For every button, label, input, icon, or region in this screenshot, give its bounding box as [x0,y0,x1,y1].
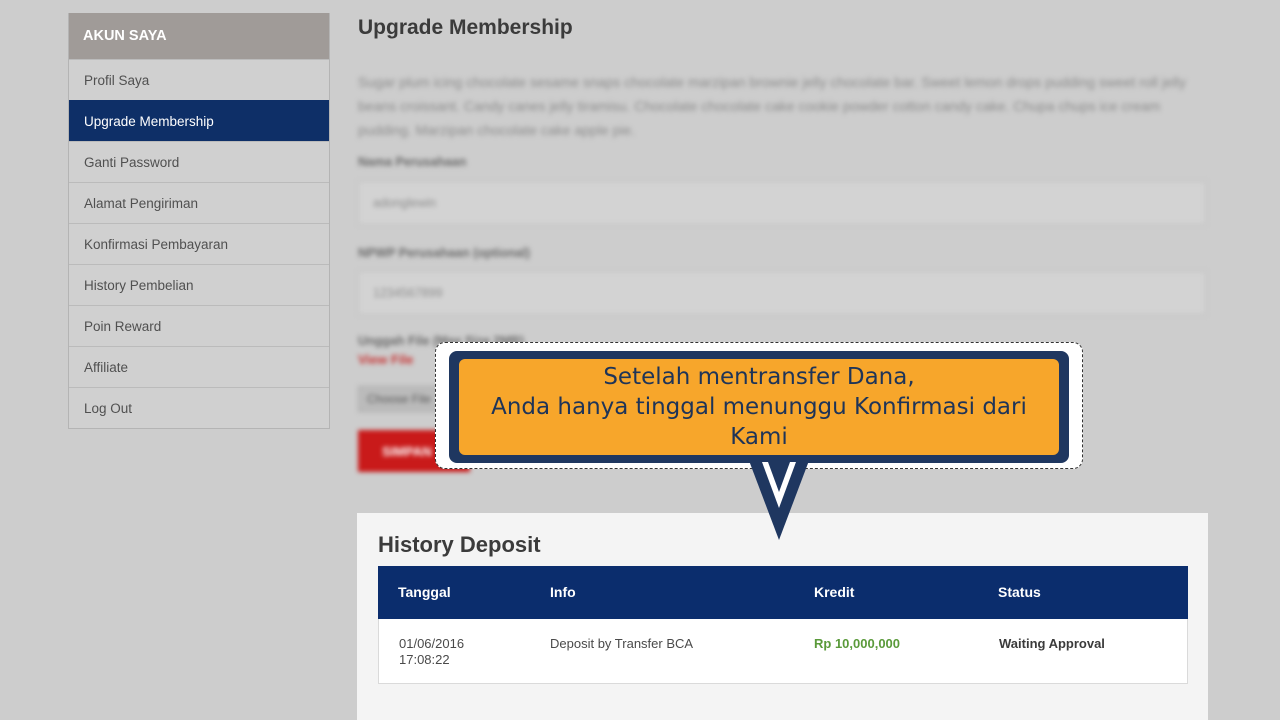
cell-tanggal: 01/06/2016 17:08:22 [399,636,464,668]
tutorial-callout: Setelah mentransfer Dana, Anda hanya tin… [459,359,1059,455]
sidebar-item-poin-reward[interactable]: Poin Reward [69,305,329,346]
column-header-tanggal: Tanggal [398,584,451,600]
callout-pointer-icon [748,458,810,540]
page-description: Sugar plum icing chocolate sesame snaps … [358,74,1187,138]
column-header-status: Status [998,584,1041,600]
column-header-info: Info [550,584,576,600]
company-name-field[interactable]: adonglewin [358,181,1206,225]
table-header: Tanggal Info Kredit Status [378,566,1188,619]
npwp-label: NPWP Perusahaan (optional) [358,246,531,260]
sidebar-item-log-out[interactable]: Log Out [69,387,329,428]
cell-kredit: Rp 10,000,000 [814,636,901,651]
table-row: 01/06/2016 17:08:22 Deposit by Transfer … [378,619,1188,684]
history-deposit-title: History Deposit [378,532,541,557]
sidebar-item-alamat-pengiriman[interactable]: Alamat Pengiriman [69,182,329,223]
sidebar-item-affiliate[interactable]: Affiliate [69,346,329,387]
callout-line-1: Setelah mentransfer Dana, [603,364,915,390]
view-file-link[interactable]: View File [358,352,413,367]
column-header-kredit: Kredit [814,584,855,600]
sidebar-item-upgrade-membership[interactable]: Upgrade Membership [69,100,329,141]
sidebar-item-ganti-password[interactable]: Ganti Password [69,141,329,182]
sidebar-heading: AKUN SAYA [69,13,329,59]
sidebar-item-profil-saya[interactable]: Profil Saya [69,59,329,100]
deposit-time: 17:08:22 [399,652,450,667]
sidebar-item-konfirmasi-pembayaran[interactable]: Konfirmasi Pembayaran [69,223,329,264]
callout-line-2: Anda hanya tinggal menunggu Konfirmasi d… [491,394,1027,450]
npwp-field[interactable]: 1234567899 [358,271,1206,315]
history-deposit-table: Tanggal Info Kredit Status 01/06/2016 17… [378,566,1188,684]
sidebar-item-history-pembelian[interactable]: History Pembelian [69,264,329,305]
page-title: Upgrade Membership [358,16,573,39]
deposit-date: 01/06/2016 [399,636,465,651]
cell-info: Deposit by Transfer BCA [550,636,694,651]
company-name-label: Nama Perusahaan [358,155,467,169]
cell-status: Waiting Approval [999,636,1105,651]
history-deposit-panel: History Deposit Tanggal Info Kredit Stat… [357,513,1208,720]
account-sidebar: AKUN SAYA Profil Saya Upgrade Membership… [68,13,330,429]
